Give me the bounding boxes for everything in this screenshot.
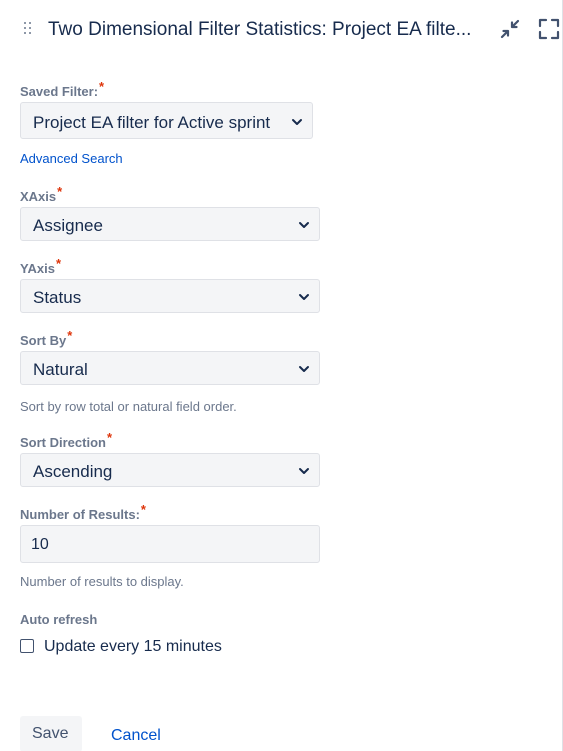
cancel-button-label: Cancel (111, 727, 161, 744)
cancel-button[interactable]: Cancel (104, 716, 170, 751)
chevron-down-icon (299, 294, 309, 300)
required-mark: * (55, 256, 61, 271)
auto-refresh-checkbox[interactable] (20, 639, 34, 653)
fullscreen-icon[interactable] (538, 18, 560, 40)
chevron-down-icon (292, 119, 302, 125)
chevron-down-icon (299, 222, 309, 228)
saved-filter-label: Saved Filter:* (20, 79, 105, 99)
sort-by-label: Sort By* (20, 328, 73, 348)
chevron-down-icon (299, 468, 309, 474)
sort-direction-label: Sort Direction* (20, 430, 113, 450)
required-mark: * (57, 184, 63, 199)
sort-by-select[interactable]: Natural (20, 351, 320, 385)
gadget-header: Two Dimensional Filter Statistics: Proje… (0, 0, 563, 62)
drag-handle-icon[interactable] (24, 22, 34, 38)
sort-direction-value: Ascending (33, 462, 113, 481)
saved-filter-value: Project EA filter for Active sprint (33, 113, 271, 132)
xaxis-value: Assignee (33, 216, 103, 235)
required-mark: * (99, 79, 105, 94)
xaxis-label: XAxis* (20, 184, 63, 204)
advanced-search-link[interactable]: Advanced Search (20, 151, 123, 166)
required-mark: * (67, 328, 73, 343)
gadget-title: Two Dimensional Filter Statistics: Proje… (48, 19, 472, 40)
auto-refresh-checkbox-label[interactable]: Update every 15 minutes (44, 638, 222, 656)
yaxis-value: Status (33, 288, 82, 307)
number-of-results-input[interactable]: 10 (20, 525, 320, 563)
gadget-config-panel: Two Dimensional Filter Statistics: Proje… (0, 0, 563, 751)
auto-refresh-label: Auto refresh (20, 612, 98, 627)
save-button-label: Save (32, 725, 69, 742)
chevron-down-icon (299, 366, 309, 372)
yaxis-select[interactable]: Status (20, 279, 320, 313)
number-of-results-label: Number of Results:* (20, 502, 146, 522)
saved-filter-select[interactable]: Project EA filter for Active sprint (20, 102, 313, 139)
sort-direction-select[interactable]: Ascending (20, 453, 320, 487)
required-mark: * (106, 430, 113, 445)
required-mark: * (140, 502, 146, 517)
save-button[interactable]: Save (20, 716, 82, 751)
xaxis-select[interactable]: Assignee (20, 207, 320, 241)
number-of-results-help: Number of results to display. (20, 574, 184, 589)
minimize-icon[interactable] (499, 18, 521, 40)
yaxis-label: YAxis* (20, 256, 61, 276)
number-of-results-value: 10 (31, 536, 49, 553)
sort-by-help: Sort by row total or natural field order… (20, 399, 237, 414)
sort-by-value: Natural (33, 360, 88, 379)
